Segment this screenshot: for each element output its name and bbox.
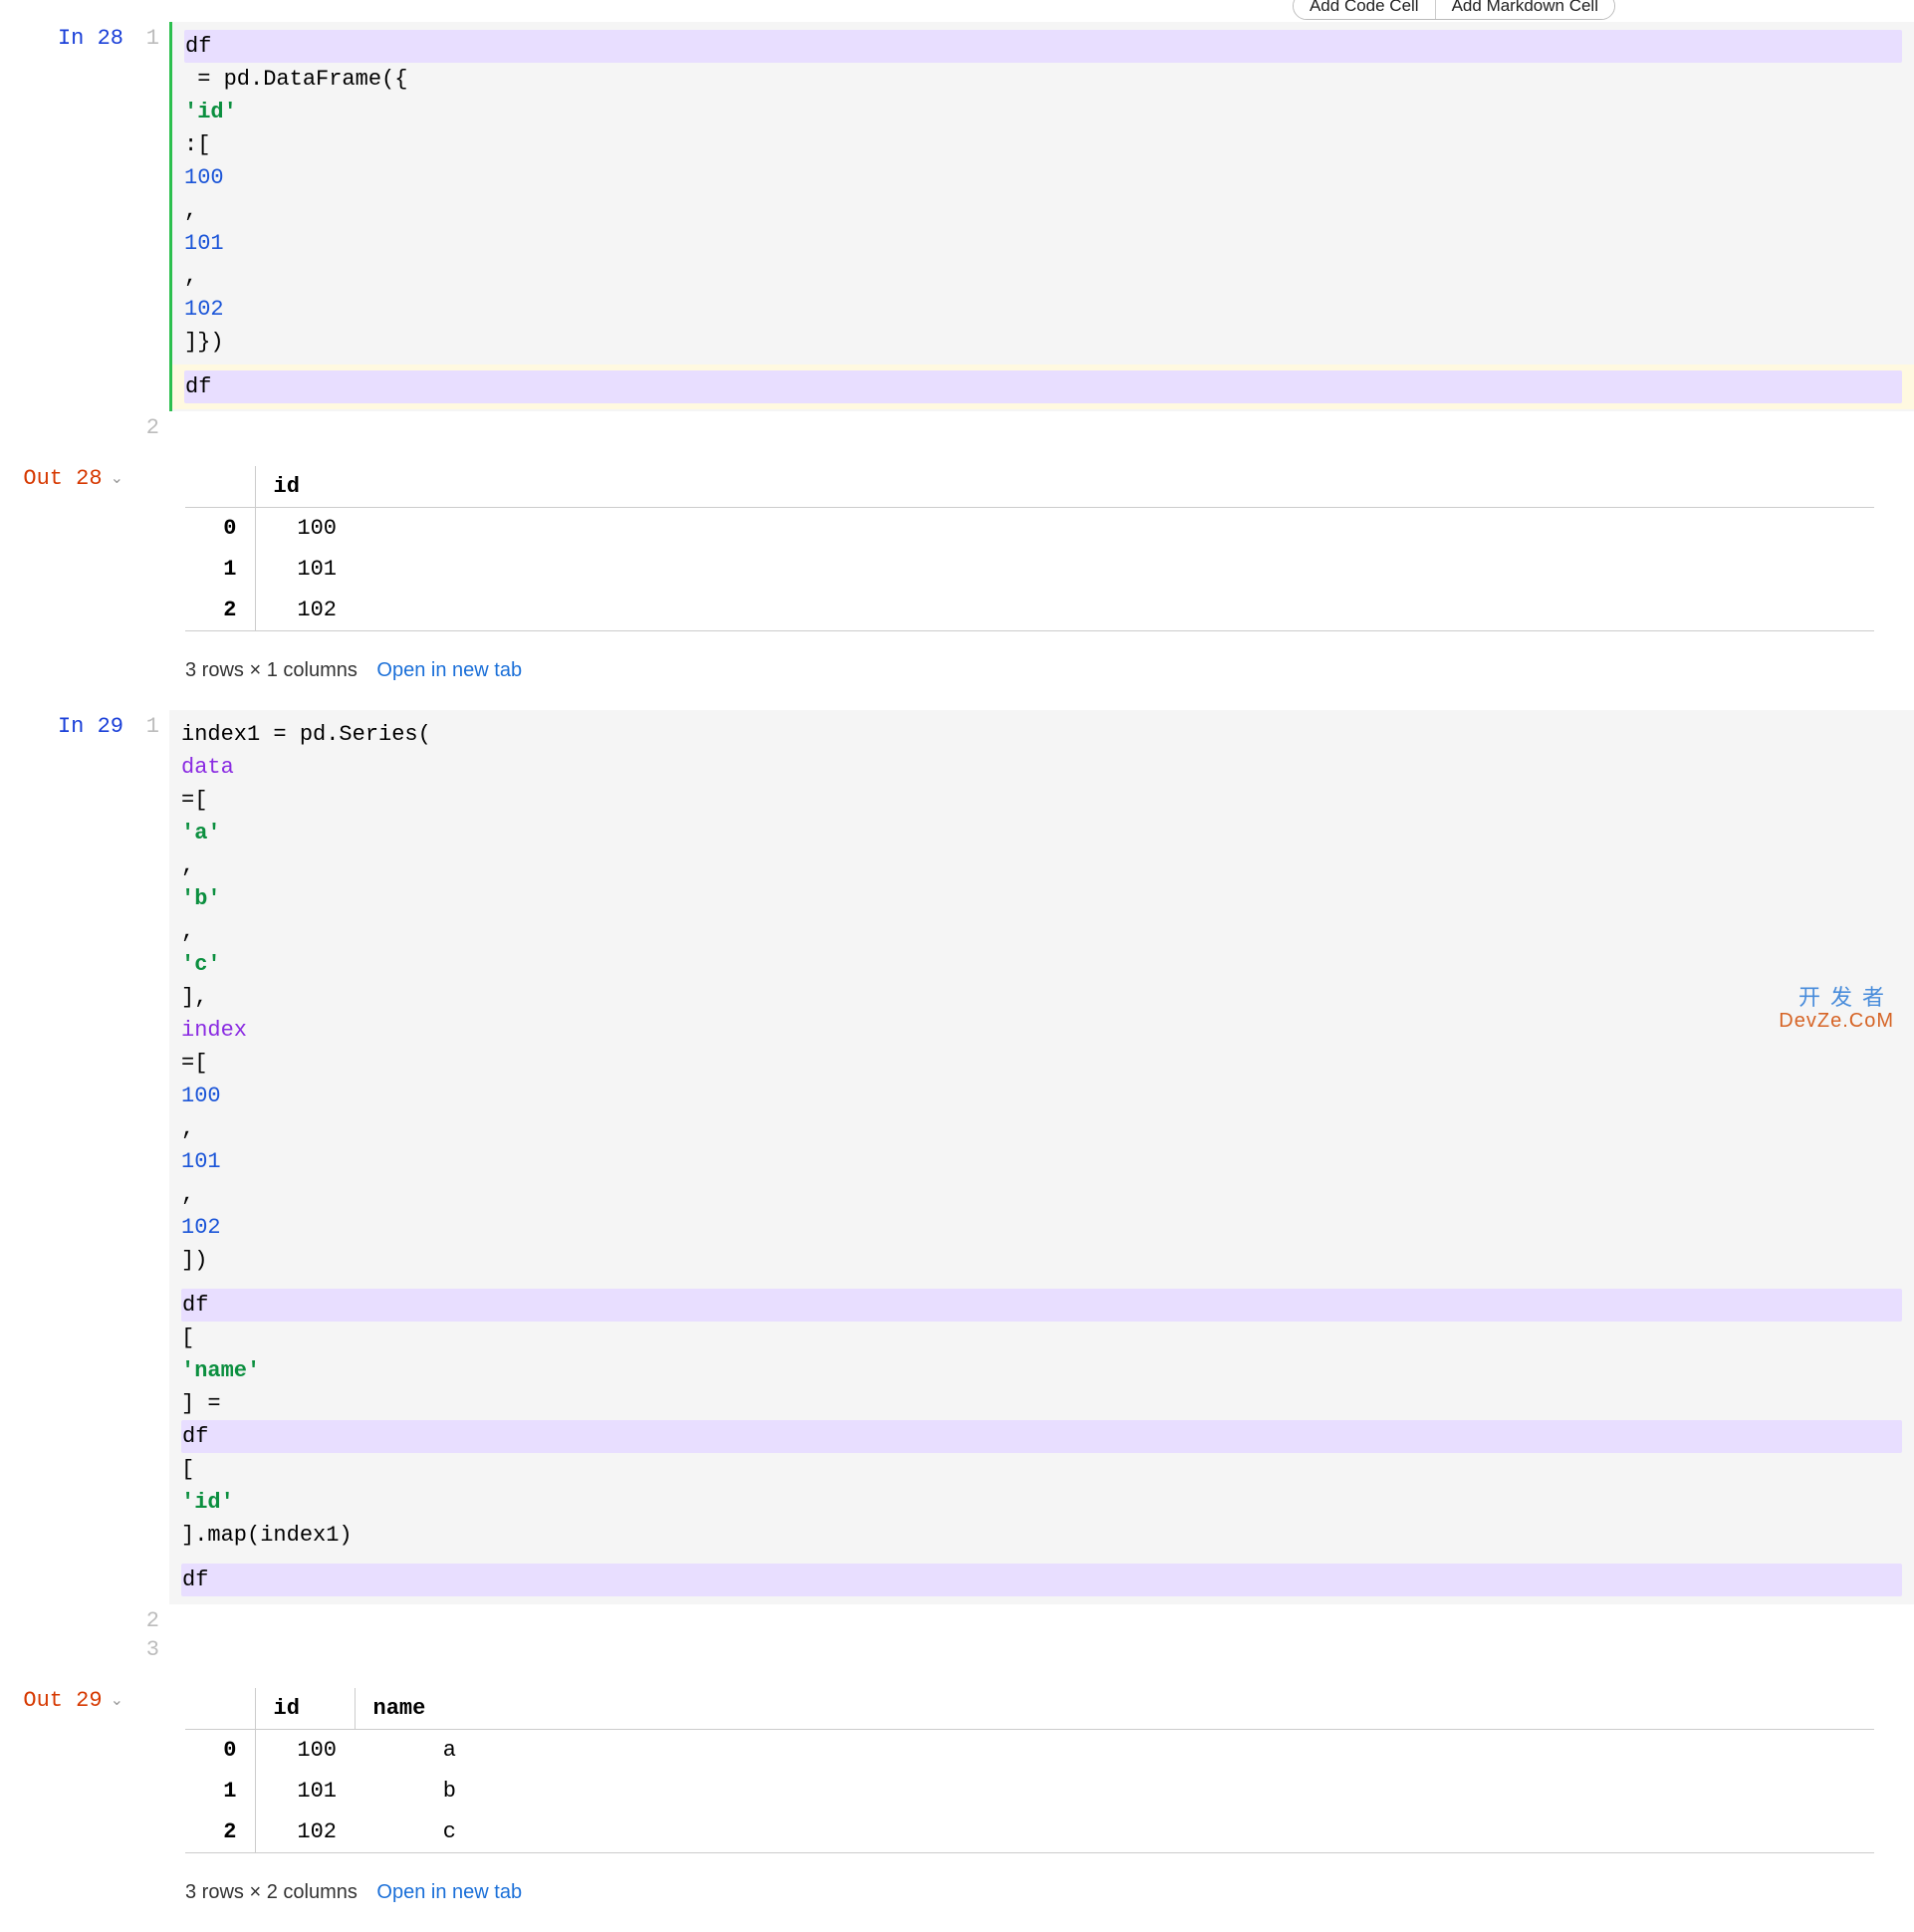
out-prompt-29: Out 29⌄ xyxy=(0,1684,129,1713)
output-28: id 0 100 1 101 2 xyxy=(169,466,1914,682)
dataframe-table-28: id 0 100 1 101 2 xyxy=(185,466,1874,631)
in-prompt-29: In 29 xyxy=(0,710,129,739)
cell-value: c xyxy=(355,1811,474,1853)
row-index: 0 xyxy=(185,508,255,550)
line-number: 1 xyxy=(129,22,169,51)
output-29: id name 0 100 a 1 101 b xyxy=(169,1688,1914,1904)
chevron-down-icon[interactable]: ⌄ xyxy=(111,468,123,488)
code-line[interactable]: df['name'] = df['id'].map(index1) xyxy=(169,1283,1914,1558)
cell-toolbar: Add Code Cell Add Markdown Cell xyxy=(0,0,1914,22)
table-row: 1 101 b xyxy=(185,1771,1874,1811)
table-footer: 3 rows × 2 columns Open in new tab xyxy=(185,1881,1874,1904)
cell-value: a xyxy=(355,1730,474,1772)
row-index: 2 xyxy=(185,590,255,631)
line-number: 2 xyxy=(129,411,169,440)
table-row: 0 100 xyxy=(185,508,1874,550)
row-index: 0 xyxy=(185,1730,255,1772)
row-index: 1 xyxy=(185,549,255,590)
cell-value: 101 xyxy=(255,549,355,590)
table-header-row: id name xyxy=(185,1688,1874,1730)
line-number: 1 xyxy=(129,710,169,739)
table-row: 2 102 c xyxy=(185,1811,1874,1853)
in-prompt-28: In 28 xyxy=(0,22,129,51)
table-row: 1 101 xyxy=(185,549,1874,590)
code-line[interactable]: index1 = pd.Series(data=['a', 'b', 'c'],… xyxy=(169,712,1914,1283)
cell-value: 100 xyxy=(255,1730,355,1772)
table-shape-text: 3 rows × 1 columns xyxy=(185,659,358,681)
code-editor-29[interactable]: index1 = pd.Series(data=['a', 'b', 'c'],… xyxy=(169,710,1914,1604)
code-line[interactable]: df xyxy=(172,364,1914,409)
cell-value: 102 xyxy=(255,590,355,631)
row-index: 1 xyxy=(185,1771,255,1811)
line-number: 3 xyxy=(129,1633,169,1662)
row-index: 2 xyxy=(185,1811,255,1853)
cell-value: b xyxy=(355,1771,474,1811)
cell-value: 102 xyxy=(255,1811,355,1853)
index-header xyxy=(185,466,255,508)
code-line[interactable]: df = pd.DataFrame({'id':[100, 101, 102]}… xyxy=(172,24,1914,364)
cell-29: In 29 1 index1 = pd.Series(data=['a', 'b… xyxy=(0,710,1914,1904)
table-header-row: id xyxy=(185,466,1874,508)
cell-value: 101 xyxy=(255,1771,355,1811)
code-line[interactable]: df xyxy=(169,1558,1914,1602)
add-code-cell-button[interactable]: Add Code Cell xyxy=(1294,0,1435,19)
column-header-id: id xyxy=(255,1688,355,1730)
cell-value: 100 xyxy=(255,508,355,550)
table-row: 2 102 xyxy=(185,590,1874,631)
code-editor-28[interactable]: df = pd.DataFrame({'id':[100, 101, 102]}… xyxy=(169,22,1914,411)
column-header-name: name xyxy=(355,1688,474,1730)
add-markdown-cell-button[interactable]: Add Markdown Cell xyxy=(1435,0,1614,19)
table-shape-text: 3 rows × 2 columns xyxy=(185,1881,358,1903)
out-prompt-28: Out 28⌄ xyxy=(0,462,129,491)
line-number: 2 xyxy=(129,1604,169,1633)
open-new-tab-link[interactable]: Open in new tab xyxy=(376,659,522,681)
cell-28: In 28 1 df = pd.DataFrame({'id':[100, 10… xyxy=(0,22,1914,682)
column-header-id: id xyxy=(255,466,355,508)
open-new-tab-link[interactable]: Open in new tab xyxy=(376,1881,522,1903)
chevron-down-icon[interactable]: ⌄ xyxy=(111,1690,123,1710)
table-footer: 3 rows × 1 columns Open in new tab xyxy=(185,659,1874,682)
table-row: 0 100 a xyxy=(185,1730,1874,1772)
dataframe-table-29: id name 0 100 a 1 101 b xyxy=(185,1688,1874,1853)
toolbar-group: Add Code Cell Add Markdown Cell xyxy=(1293,0,1615,20)
index-header xyxy=(185,1688,255,1730)
